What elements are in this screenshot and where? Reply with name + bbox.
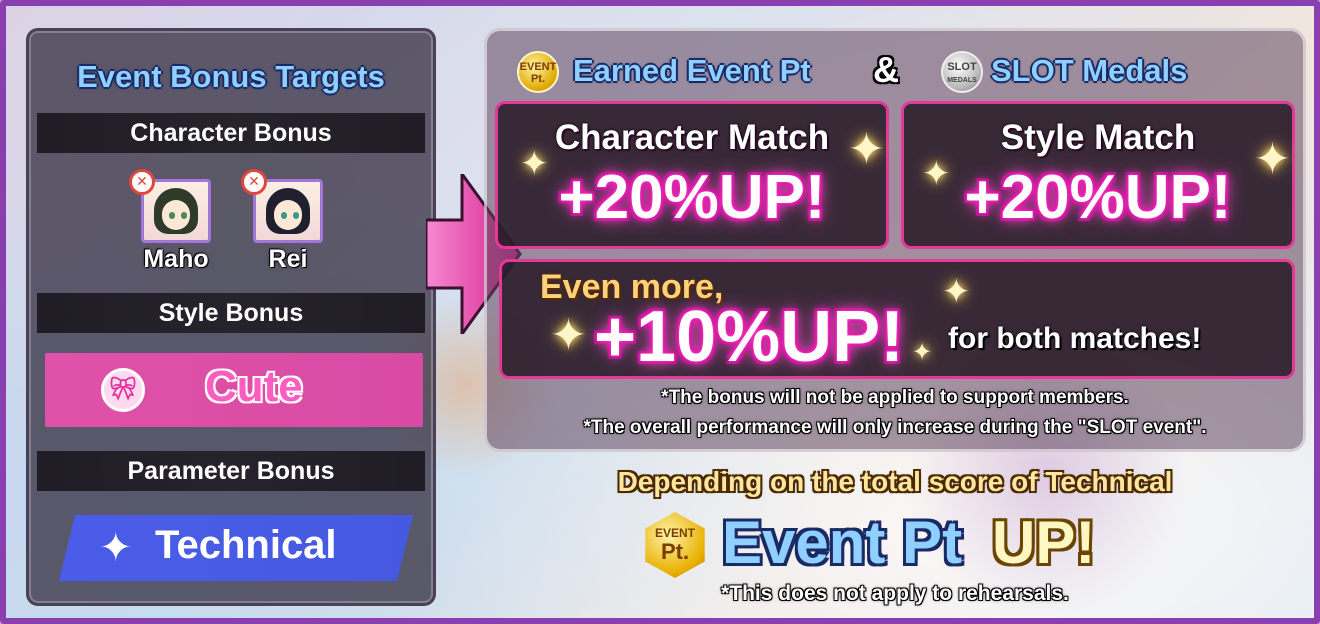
eye-right [181, 212, 187, 219]
panel-title: Event Bonus Targets [77, 59, 385, 94]
banner-frame: Event Bonus Targets Character Bonus ✕ Ma… [0, 0, 1320, 624]
sparkle-icon: ✦ [550, 310, 587, 361]
ribbon-icon: 🎀︎ [101, 368, 145, 412]
technical-score-caption: Depending on the total score of Technica… [617, 466, 1173, 497]
sparkle-icon: ✦ [942, 272, 971, 312]
crest-icon: ✕ [129, 169, 155, 195]
character-name: Rei [268, 245, 308, 273]
coin-text: EVENT [519, 61, 557, 73]
heading-slot-medals: SLOT Medals [991, 53, 1188, 88]
eye-left [281, 212, 287, 219]
character-bonus-header: Character Bonus [37, 113, 425, 153]
sparkle-icon: ✦ [520, 144, 549, 184]
character-name: Maho [143, 245, 209, 273]
coin-text: SLOT [947, 61, 977, 73]
sparkle-star-icon: ✦ [99, 525, 133, 571]
parameter-bonus-header: Parameter Bonus [37, 451, 425, 491]
note-support-members: *The bonus will not be applied to suppor… [661, 387, 1129, 408]
sparkle-icon: ✦ [912, 338, 933, 366]
coin-text: Pt. [660, 539, 690, 564]
character-card-maho: ✕ Maho [129, 169, 211, 274]
bonus-detail-panel: EVENT Pt. Earned Event Pt & SLOT MEDALS … [484, 28, 1306, 452]
style-label: Cute [205, 362, 303, 411]
event-bonus-targets-panel: Event Bonus Targets Character Bonus ✕ Ma… [26, 28, 436, 606]
slot-medal-icon: SLOT MEDALS [941, 51, 983, 93]
match-bonus: +20%UP! [558, 163, 826, 232]
coin-text: Pt. [530, 73, 546, 85]
event-pt-label: Event Pt [722, 509, 963, 576]
coin-text: MEDALS [947, 77, 977, 84]
event-pt-coin-icon: EVENT Pt. [517, 51, 559, 93]
sparkle-icon: ✦ [1254, 134, 1291, 185]
rehearsal-note: *This does not apply to rehearsals. [721, 582, 1069, 605]
crest-icon: ✕ [241, 169, 267, 195]
sparkle-icon: ✦ [922, 154, 951, 194]
heading-ampersand: & [873, 49, 899, 90]
match-title: Style Match [1000, 118, 1196, 157]
extra-suffix: for both matches! [948, 322, 1202, 355]
eye-right [293, 212, 299, 219]
eye-left [169, 212, 175, 219]
style-cute-bar: 🎀︎ Cute [45, 353, 423, 427]
sparkle-icon: ✦ [848, 124, 885, 175]
character-card-rei: ✕ Rei [241, 169, 323, 274]
character-match-box: Character Match +20%UP! ✦ ✦ [495, 101, 889, 249]
match-title: Character Match [554, 118, 830, 157]
note-slot-event: *The overall performance will only incre… [583, 417, 1207, 438]
parameter-technical-bar: ✦ Technical [59, 515, 413, 581]
parameter-label: Technical [155, 523, 337, 567]
extra-bonus: +10%UP! [594, 297, 905, 377]
coin-text: EVENT [654, 526, 695, 540]
extra-bonus-box: Even more, +10%UP! for both matches! ✦ ✦… [499, 259, 1295, 379]
heading-earned-event-pt: Earned Event Pt [573, 53, 811, 88]
up-label: UP! [992, 509, 1096, 576]
match-bonus: +20%UP! [964, 163, 1232, 232]
style-match-box: Style Match +20%UP! ✦ ✦ [901, 101, 1295, 249]
panel-heading: EVENT Pt. Earned Event Pt & SLOT MEDALS … [487, 49, 1309, 95]
event-pt-coin-icon: EVENT Pt. [645, 512, 705, 578]
style-bonus-header: Style Bonus [37, 293, 425, 333]
